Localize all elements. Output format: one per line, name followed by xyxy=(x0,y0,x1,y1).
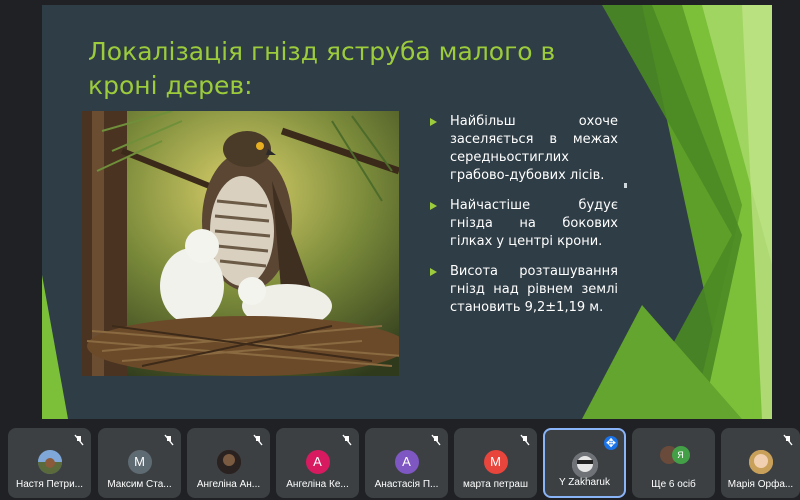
mic-off-icon xyxy=(74,434,84,446)
participant-name: марта петраш xyxy=(463,479,528,490)
mic-off-icon xyxy=(783,434,793,446)
avatar xyxy=(37,450,62,474)
mic-off-icon xyxy=(520,434,530,446)
more-participants-tile[interactable]: Я Ще 6 осіб xyxy=(632,428,715,498)
avatar: М xyxy=(483,450,508,474)
bullet-arrow-icon xyxy=(430,268,437,276)
slide-bullet: Найчастіше будує гнізда на бокових гілка… xyxy=(430,197,618,251)
participant-name: Анастасія П... xyxy=(374,479,439,490)
pin-icon[interactable]: ✥ xyxy=(604,436,618,450)
avatar xyxy=(216,450,241,474)
participant-tile[interactable]: А Ангеліна Ке... xyxy=(276,428,359,498)
participant-name: Максим Ста... xyxy=(107,479,172,490)
slide-bullet: Найбільш охоче заселяється в межах серед… xyxy=(430,113,618,185)
participant-tile[interactable]: М марта петраш xyxy=(454,428,537,498)
participant-tile[interactable]: Марія Орфа... xyxy=(721,428,800,498)
participant-name: Ангеліна Ке... xyxy=(286,479,349,490)
slide-title: Локалізація гнізд яструба малого в кроні… xyxy=(88,37,556,100)
bullet-arrow-icon xyxy=(430,202,437,210)
avatar: А xyxy=(394,450,419,474)
mic-off-icon xyxy=(164,434,174,446)
grouped-avatars: Я xyxy=(659,446,690,466)
goshawk-nest-photo xyxy=(82,111,399,376)
avatar: А xyxy=(305,450,330,474)
slide-bullet: Висота розташування гнізд над рівнем зем… xyxy=(430,263,618,317)
slide-bullet-list: Найбільш охоче заселяється в межах серед… xyxy=(430,113,618,329)
mic-off-icon xyxy=(431,434,441,446)
participant-name: Настя Петри... xyxy=(15,479,84,490)
participant-tile-active[interactable]: ✥ Y Zakharuk xyxy=(543,428,626,498)
avatar xyxy=(571,452,598,478)
avatar xyxy=(748,450,773,474)
participant-tile[interactable]: Ангеліна Ан... xyxy=(187,428,270,498)
avatar: Я xyxy=(671,446,690,464)
participant-tile[interactable]: Настя Петри... xyxy=(8,428,91,498)
avatar: М xyxy=(127,450,152,474)
participant-name: Ангеліна Ан... xyxy=(196,479,261,490)
participant-name: Y Zakharuk xyxy=(559,477,610,488)
participant-tile[interactable]: М Максим Ста... xyxy=(98,428,181,498)
mouse-cursor-icon xyxy=(624,183,627,188)
mic-off-icon xyxy=(342,434,352,446)
more-participants-label: Ще 6 осіб xyxy=(651,479,696,490)
participant-name: Марія Орфа... xyxy=(727,479,794,490)
participant-strip: Настя Петри... М Максим Ста... Ангеліна … xyxy=(0,428,800,500)
mic-off-icon xyxy=(253,434,263,446)
participant-tile[interactable]: А Анастасія П... xyxy=(365,428,448,498)
bullet-arrow-icon xyxy=(430,118,437,126)
presentation-slide: Локалізація гнізд яструба малого в кроні… xyxy=(42,5,772,419)
